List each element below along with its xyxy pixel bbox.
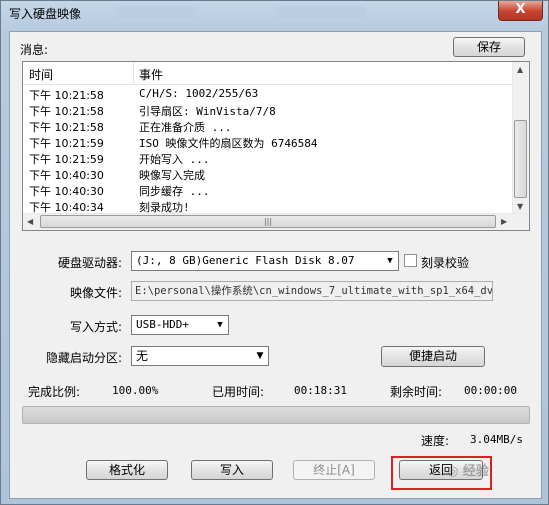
list-item[interactable]: 下午 10:21:58 C/H/S: 1002/255/63: [23, 86, 515, 102]
title-bar[interactable]: 写入硬盘映像 X: [1, 1, 548, 25]
verify-checkbox[interactable]: [404, 254, 417, 267]
drive-select[interactable]: (J:, 8 GB)Generic Flash Disk 8.07 ▼: [131, 251, 399, 271]
column-separator[interactable]: [133, 62, 134, 84]
column-header-time[interactable]: 时间: [29, 66, 53, 83]
speed-label: 速度:: [421, 434, 450, 448]
blurred-title-area: [116, 6, 196, 18]
list-item[interactable]: 下午 10:40:30 同步缓存 ...: [23, 182, 515, 198]
list-item[interactable]: 下午 10:21:58 引导扇区: WinVista/7/8: [23, 102, 515, 118]
hidden-partition-label: 隐藏启动分区:: [46, 351, 123, 365]
hidden-partition-value: 无: [136, 349, 149, 363]
messages-label: 消息:: [20, 43, 49, 57]
horizontal-scroll-thumb[interactable]: |||: [40, 215, 496, 228]
close-button[interactable]: X: [498, 1, 543, 21]
list-header: 时间 事件: [23, 62, 515, 85]
save-button[interactable]: 保存: [453, 37, 525, 57]
remaining-value: 00:00:00: [464, 384, 517, 397]
drive-select-value: (J:, 8 GB)Generic Flash Disk 8.07: [136, 254, 355, 267]
horizontal-scrollbar[interactable]: ◀ ||| ▶: [23, 213, 529, 230]
remaining-label: 剩余时间:: [390, 385, 443, 399]
hidden-partition-select[interactable]: 无 ▼: [131, 346, 269, 366]
list-item[interactable]: 下午 10:21:59 开始写入 ...: [23, 150, 515, 166]
list-item[interactable]: 下午 10:21:58 正在准备介质 ...: [23, 118, 515, 134]
percent-value: 100.00%: [112, 384, 159, 397]
write-mode-select[interactable]: USB-HDD+ ▼: [131, 315, 229, 335]
scroll-left-icon[interactable]: ◀: [27, 217, 33, 226]
write-mode-value: USB-HDD+: [136, 318, 189, 331]
column-header-event[interactable]: 事件: [139, 66, 163, 83]
message-list[interactable]: 时间 事件 下午 10:21:58 C/H/S: 1002/255/63 下午 1…: [22, 61, 530, 231]
dialog-window: 写入硬盘映像 X 消息: 保存 时间 事件 下午 10:21:58 C/H/S: …: [0, 0, 549, 505]
elapsed-label: 已用时间:: [212, 385, 265, 399]
dialog-client: 消息: 保存 时间 事件 下午 10:21:58 C/H/S: 1002/255/…: [9, 31, 542, 499]
image-file-label: 映像文件:: [70, 286, 123, 300]
scroll-right-icon[interactable]: ▶: [501, 217, 507, 226]
percent-label: 完成比例:: [28, 385, 81, 399]
scroll-down-icon[interactable]: ▼: [517, 202, 523, 211]
elapsed-value: 00:18:31: [294, 384, 347, 397]
quick-boot-button[interactable]: 便捷启动: [381, 346, 485, 367]
speed-value: 3.04MB/s: [470, 433, 523, 446]
chevron-down-icon[interactable]: ▼: [382, 252, 398, 270]
list-item[interactable]: 下午 10:40:34 刻录成功!: [23, 198, 515, 214]
watermark: ◎ 经验: [447, 464, 489, 479]
drive-label: 硬盘驱动器:: [58, 256, 123, 270]
scroll-up-icon[interactable]: ▲: [517, 65, 523, 74]
stop-button[interactable]: 终止[A]: [293, 460, 375, 480]
write-mode-label: 写入方式:: [70, 320, 123, 334]
chevron-down-icon[interactable]: ▼: [252, 347, 268, 365]
image-file-field[interactable]: E:\personal\操作系统\cn_windows_7_ultimate_w…: [131, 281, 493, 301]
write-button[interactable]: 写入: [191, 460, 273, 480]
vertical-scrollbar[interactable]: ▲ ▼: [512, 62, 529, 214]
list-item[interactable]: 下午 10:21:59 ISO 映像文件的扇区数为 6746584: [23, 134, 515, 150]
progress-fill: [23, 407, 529, 423]
list-item[interactable]: 下午 10:40:30 映像写入完成: [23, 166, 515, 182]
blurred-title-area: [276, 6, 366, 18]
window-title: 写入硬盘映像: [9, 7, 82, 21]
chevron-down-icon[interactable]: ▼: [212, 316, 228, 334]
vertical-scroll-thumb[interactable]: [514, 120, 527, 198]
format-button[interactable]: 格式化: [86, 460, 168, 480]
progress-bar: [22, 406, 530, 424]
verify-label: 刻录校验: [421, 256, 470, 270]
